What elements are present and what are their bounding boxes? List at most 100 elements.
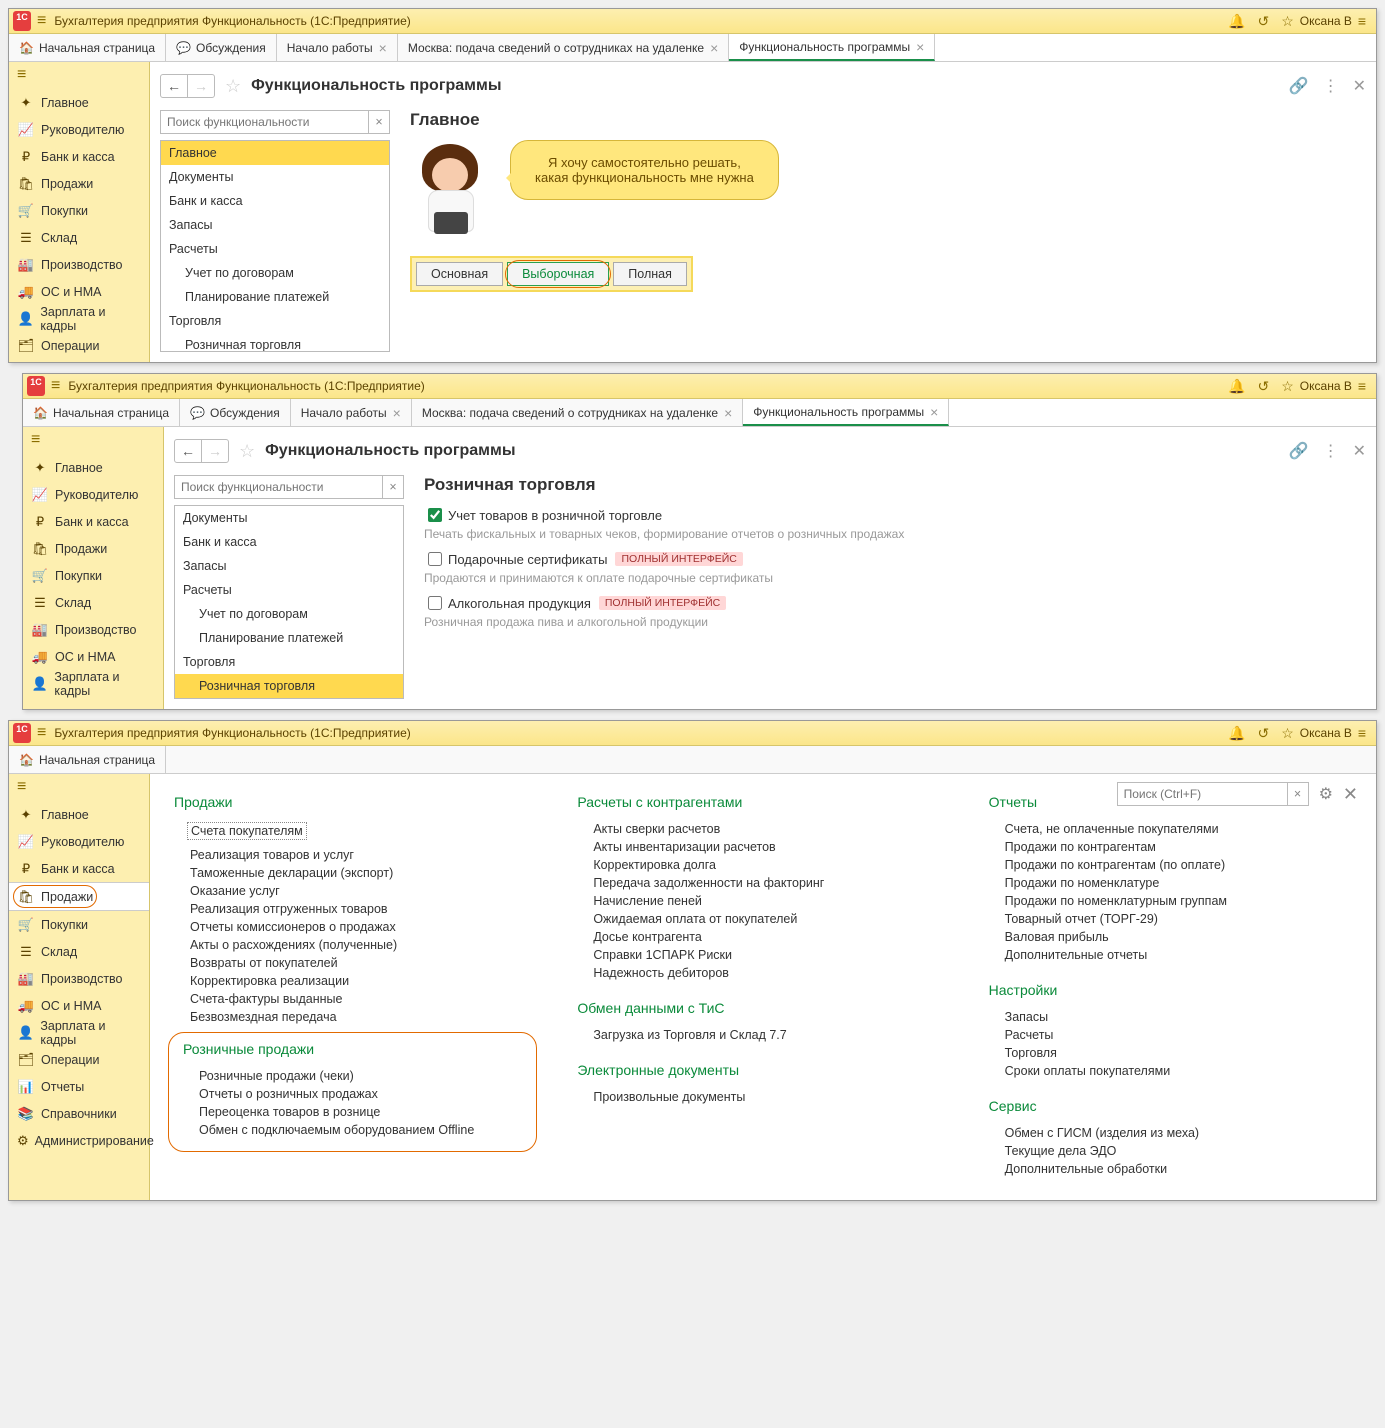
clear-icon[interactable]: × xyxy=(1287,783,1308,805)
tree-item[interactable]: Запасы xyxy=(175,554,403,578)
close-icon[interactable]: × xyxy=(710,40,718,56)
tree-item[interactable]: Запасы xyxy=(161,213,389,237)
sidebar-item[interactable]: 🚚ОС и НМА xyxy=(9,278,149,305)
link-invoices[interactable]: Счета покупателям xyxy=(187,822,307,840)
close-icon[interactable]: ✕ xyxy=(1343,784,1358,805)
tree-item[interactable]: Расчеты xyxy=(175,578,403,602)
close-icon[interactable]: × xyxy=(393,405,401,421)
tree-item[interactable]: Торговля xyxy=(161,309,389,333)
menu-link[interactable]: Дополнительные отчеты xyxy=(1005,948,1352,962)
menu-link[interactable]: Надежность дебиторов xyxy=(593,966,940,980)
star-icon[interactable]: ☆ xyxy=(1281,378,1294,395)
menu-link[interactable]: Запасы xyxy=(1005,1010,1352,1024)
sidebar-item[interactable]: ☰Склад xyxy=(23,589,163,616)
sidebar-item[interactable]: 👤Зарплата и кадры xyxy=(9,305,149,332)
sidebar-item[interactable]: 👤Зарплата и кадры xyxy=(23,670,163,697)
sidebar-item[interactable]: 📈Руководителю xyxy=(9,828,149,855)
menu-link[interactable]: Безвозмездная передача xyxy=(190,1010,537,1024)
tab-discuss[interactable]: 💬Обсуждения xyxy=(180,399,291,426)
close-page-icon[interactable]: ✕ xyxy=(1353,76,1366,96)
tab-home[interactable]: 🏠Начальная страница xyxy=(9,34,166,61)
menu-link[interactable]: Загрузка из Торговля и Склад 7.7 xyxy=(593,1028,940,1042)
sidebar-item[interactable]: 📈Руководителю xyxy=(9,116,149,143)
close-icon[interactable]: × xyxy=(379,40,387,56)
heading-edocs[interactable]: Электронные документы xyxy=(577,1062,940,1078)
sidebar-item[interactable]: 🚚ОС и НМА xyxy=(23,643,163,670)
sidebar-item[interactable]: 👤Зарплата и кадры xyxy=(9,1019,149,1046)
tree-item[interactable]: Учет по договорам xyxy=(175,602,403,626)
sidebar-item[interactable]: 🛒Покупки xyxy=(23,562,163,589)
back-button[interactable]: ← xyxy=(175,440,201,462)
favorite-icon[interactable]: ☆ xyxy=(239,441,255,462)
close-page-icon[interactable]: ✕ xyxy=(1353,441,1366,461)
close-icon[interactable]: × xyxy=(916,39,924,55)
sidebar-item[interactable]: 📚Справочники xyxy=(9,1100,149,1127)
menu-link[interactable]: Реализация товаров и услуг xyxy=(190,848,537,862)
menu-link[interactable]: Таможенные декларации (экспорт) xyxy=(190,866,537,880)
mode-full-button[interactable]: Полная xyxy=(613,262,687,286)
clear-icon[interactable]: × xyxy=(382,476,403,498)
tab-remote[interactable]: Москва: подача сведений о сотрудниках на… xyxy=(412,399,743,426)
functionality-tree[interactable]: ДокументыБанк и кассаЗапасыРасчетыУчет п… xyxy=(174,505,404,699)
sidebar-item[interactable]: 📊Отчеты xyxy=(9,1073,149,1100)
sidebar-item[interactable]: 🏭Производство xyxy=(9,965,149,992)
menu-link[interactable]: Акты сверки расчетов xyxy=(593,822,940,836)
menu-link[interactable]: Розничные продажи (чеки) xyxy=(199,1069,522,1083)
sidebar-item[interactable]: ✦Главное xyxy=(9,801,149,828)
option-alcohol[interactable]: Алкогольная продукция ПОЛНЫЙ ИНТЕРФЕЙС xyxy=(424,593,1366,613)
sidebar-item[interactable]: ₽Банк и касса xyxy=(9,855,149,882)
menu-link[interactable]: Корректировка долга xyxy=(593,858,940,872)
tree-item[interactable]: Расчеты xyxy=(161,237,389,261)
checkbox[interactable] xyxy=(428,552,442,566)
menu-link[interactable]: Реализация отгруженных товаров xyxy=(190,902,537,916)
sidebar-item[interactable]: ✦Главное xyxy=(23,454,163,481)
bell-icon[interactable]: 🔔 xyxy=(1228,13,1245,30)
menu-link[interactable]: Продажи по контрагентам xyxy=(1005,840,1352,854)
mode-selective-button[interactable]: Выборочная xyxy=(507,262,609,286)
tree-item[interactable]: Розничная торговля xyxy=(175,674,403,698)
tab-start[interactable]: Начало работы× xyxy=(277,34,398,61)
checkbox[interactable] xyxy=(428,508,442,522)
menu-link[interactable]: Корректировка реализации xyxy=(190,974,537,988)
link-icon[interactable]: 🔗 xyxy=(1289,76,1309,96)
search-input[interactable] xyxy=(175,476,382,498)
heading-retail[interactable]: Розничные продажи xyxy=(183,1041,522,1057)
sidebar-item[interactable]: 📈Руководителю xyxy=(23,481,163,508)
menu-link[interactable]: Расчеты xyxy=(1005,1028,1352,1042)
tree-item[interactable]: Банк и касса xyxy=(161,189,389,213)
favorite-icon[interactable]: ☆ xyxy=(225,76,241,97)
tab-discuss[interactable]: 💬Обсуждения xyxy=(166,34,277,61)
sidebar-item[interactable]: ₽Банк и касса xyxy=(23,508,163,535)
menu-link[interactable]: Передача задолженности на факторинг xyxy=(593,876,940,890)
tab-home[interactable]: 🏠Начальная страница xyxy=(9,746,166,773)
menu-link[interactable]: Продажи по номенклатурным группам xyxy=(1005,894,1352,908)
sidebar-item[interactable]: 🗂Операции xyxy=(9,1046,149,1073)
more-icon[interactable]: ⋮ xyxy=(1323,76,1339,96)
tree-item[interactable]: Торговля xyxy=(175,650,403,674)
sidebar-item[interactable]: 🏭Производство xyxy=(9,251,149,278)
sidebar-menu-icon[interactable]: ≡ xyxy=(23,427,163,454)
sidebar-item[interactable]: 🛍Продажи xyxy=(9,170,149,197)
window-menu-icon[interactable]: ≡ xyxy=(1358,378,1366,394)
clear-icon[interactable]: × xyxy=(368,111,389,133)
menu-link[interactable]: Счета-фактуры выданные xyxy=(190,992,537,1006)
menu-link[interactable]: Отчеты о розничных продажах xyxy=(199,1087,522,1101)
tab-remote[interactable]: Москва: подача сведений о сотрудниках на… xyxy=(398,34,729,61)
sidebar-item[interactable]: ✦Главное xyxy=(9,89,149,116)
menu-link[interactable]: Начисление пеней xyxy=(593,894,940,908)
gear-icon[interactable]: ⚙ xyxy=(1319,784,1333,804)
menu-link[interactable]: Возвраты от покупателей xyxy=(190,956,537,970)
tab-home[interactable]: 🏠Начальная страница xyxy=(23,399,180,426)
menu-link[interactable]: Валовая прибыль xyxy=(1005,930,1352,944)
user-label[interactable]: Оксана В xyxy=(1300,726,1352,740)
menu-link[interactable]: Переоценка товаров в рознице xyxy=(199,1105,522,1119)
sidebar-menu-icon[interactable]: ≡ xyxy=(9,62,149,89)
menu-link[interactable]: Сроки оплаты покупателями xyxy=(1005,1064,1352,1078)
menu-link[interactable]: Справки 1СПАРК Риски xyxy=(593,948,940,962)
menu-link[interactable]: Дополнительные обработки xyxy=(1005,1162,1352,1176)
menu-link[interactable]: Обмен с ГИСМ (изделия из меха) xyxy=(1005,1126,1352,1140)
sidebar-item[interactable]: 🛍Продажи xyxy=(9,882,149,911)
hamburger-icon[interactable]: ≡ xyxy=(51,377,60,395)
mode-basic-button[interactable]: Основная xyxy=(416,262,503,286)
sidebar-item[interactable]: ☰Склад xyxy=(9,938,149,965)
